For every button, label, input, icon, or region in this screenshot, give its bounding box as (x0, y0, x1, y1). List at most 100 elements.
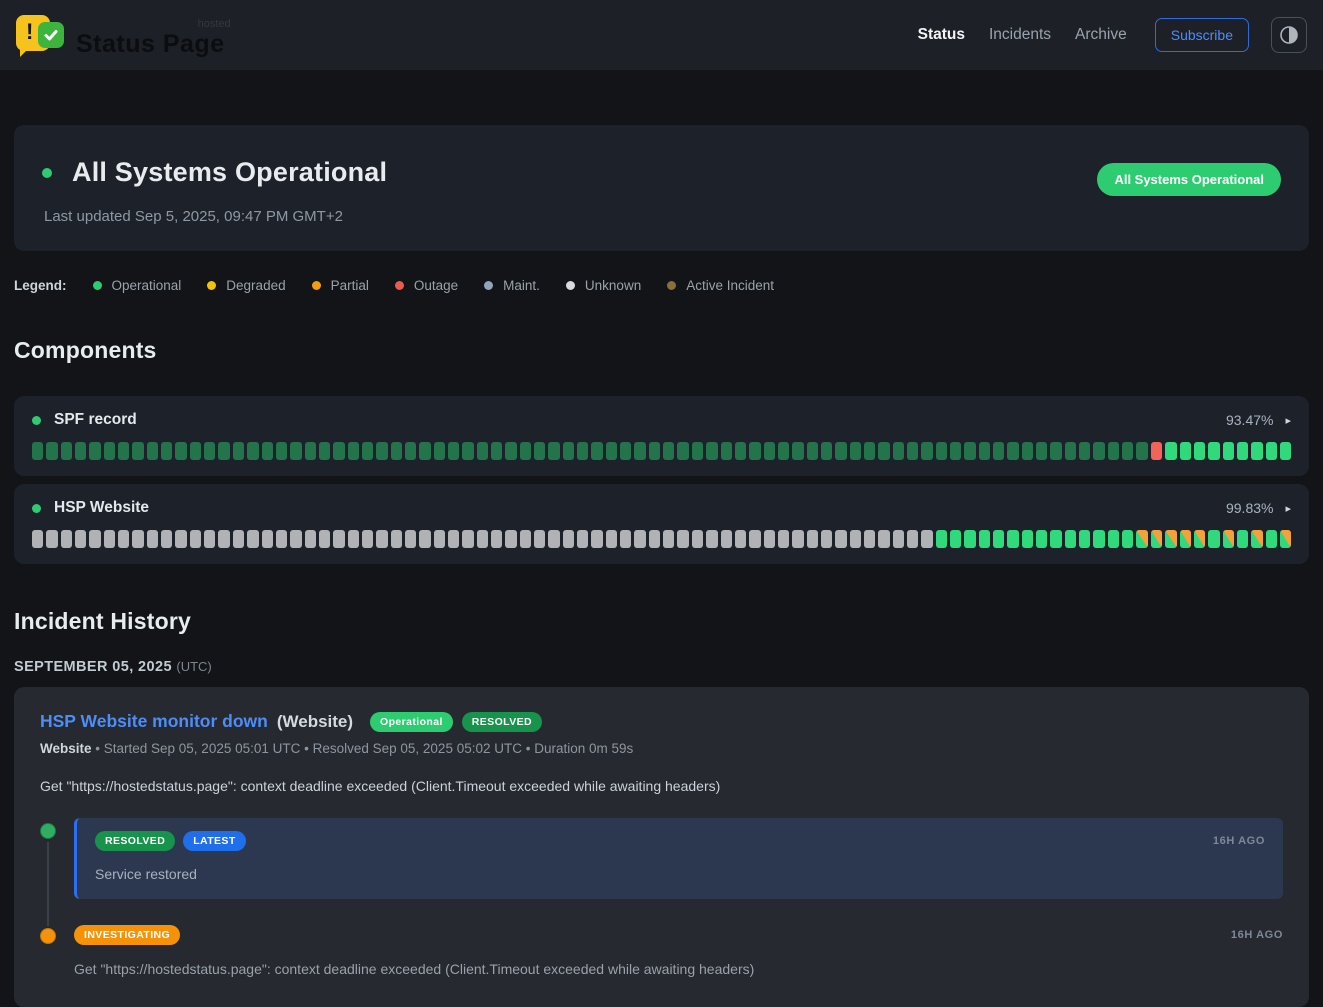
uptime-bar-op-dim[interactable] (1136, 442, 1147, 460)
uptime-bar-op-dim[interactable] (290, 442, 301, 460)
uptime-bar-nodata[interactable] (161, 530, 172, 548)
expand-arrow-icon[interactable]: ▸ (1285, 502, 1291, 515)
uptime-bar-op-dim[interactable] (893, 442, 904, 460)
uptime-bar-nodata[interactable] (247, 530, 258, 548)
uptime-bar-nodata[interactable] (792, 530, 803, 548)
uptime-bar-op[interactable] (1237, 530, 1248, 548)
uptime-bar-nodata[interactable] (434, 530, 445, 548)
uptime-bar-op-dim[interactable] (462, 442, 473, 460)
uptime-bar-op-dim[interactable] (175, 442, 186, 460)
uptime-bar-nodata[interactable] (663, 530, 674, 548)
uptime-bar-partial[interactable] (1136, 530, 1147, 548)
uptime-bar-op[interactable] (1022, 530, 1033, 548)
uptime-bar-op-dim[interactable] (606, 442, 617, 460)
uptime-bar-nodata[interactable] (706, 530, 717, 548)
uptime-bar-nodata[interactable] (649, 530, 660, 548)
uptime-bar-op-dim[interactable] (1007, 442, 1018, 460)
uptime-bar-op-dim[interactable] (276, 442, 287, 460)
uptime-bar-nodata[interactable] (405, 530, 416, 548)
uptime-bar-nodata[interactable] (548, 530, 559, 548)
uptime-bar-op[interactable] (1007, 530, 1018, 548)
uptime-bar-op[interactable] (979, 530, 990, 548)
incident-title-link[interactable]: HSP Website monitor down (40, 711, 268, 732)
uptime-bar-op-dim[interactable] (233, 442, 244, 460)
uptime-bar-op-dim[interactable] (1079, 442, 1090, 460)
uptime-bar-op-dim[interactable] (405, 442, 416, 460)
uptime-bar-op-dim[interactable] (878, 442, 889, 460)
uptime-bar-op-dim[interactable] (75, 442, 86, 460)
uptime-bar-op-dim[interactable] (1036, 442, 1047, 460)
uptime-bar-nodata[interactable] (61, 530, 72, 548)
uptime-bar-nodata[interactable] (577, 530, 588, 548)
uptime-bar-nodata[interactable] (850, 530, 861, 548)
uptime-bar-partial[interactable] (1251, 530, 1262, 548)
uptime-bar-partial[interactable] (1165, 530, 1176, 548)
uptime-bar-op[interactable] (936, 530, 947, 548)
uptime-bar-op-dim[interactable] (792, 442, 803, 460)
uptime-bar-op[interactable] (1266, 530, 1277, 548)
uptime-bar-op-dim[interactable] (161, 442, 172, 460)
uptime-bar-nodata[interactable] (89, 530, 100, 548)
uptime-bar-op-dim[interactable] (964, 442, 975, 460)
uptime-bar-nodata[interactable] (376, 530, 387, 548)
uptime-bar-op-dim[interactable] (89, 442, 100, 460)
uptime-bar-op[interactable] (1280, 442, 1291, 460)
uptime-bar-op-dim[interactable] (319, 442, 330, 460)
uptime-bar-op-dim[interactable] (577, 442, 588, 460)
uptime-bar-op[interactable] (1251, 442, 1262, 460)
uptime-bar-nodata[interactable] (878, 530, 889, 548)
uptime-bar-op-dim[interactable] (32, 442, 43, 460)
uptime-bar-op-dim[interactable] (46, 442, 57, 460)
uptime-bar-op-dim[interactable] (132, 442, 143, 460)
uptime-bar-op-dim[interactable] (247, 442, 258, 460)
uptime-bar-nodata[interactable] (677, 530, 688, 548)
nav-item-incidents[interactable]: Incidents (989, 26, 1051, 44)
uptime-bar-op-dim[interactable] (520, 442, 531, 460)
uptime-bar-op-dim[interactable] (376, 442, 387, 460)
nav-item-status[interactable]: Status (918, 26, 965, 44)
uptime-bar-op[interactable] (1122, 530, 1133, 548)
uptime-bar-op-dim[interactable] (1065, 442, 1076, 460)
uptime-bar-nodata[interactable] (32, 530, 43, 548)
uptime-bar-op-dim[interactable] (305, 442, 316, 460)
uptime-bar-nodata[interactable] (477, 530, 488, 548)
uptime-bar-op[interactable] (1180, 442, 1191, 460)
uptime-bar-nodata[interactable] (591, 530, 602, 548)
uptime-bar-nodata[interactable] (132, 530, 143, 548)
expand-arrow-icon[interactable]: ▸ (1285, 414, 1291, 427)
uptime-bar-op-dim[interactable] (835, 442, 846, 460)
uptime-bar-op[interactable] (964, 530, 975, 548)
uptime-bar-op[interactable] (1050, 530, 1061, 548)
uptime-bar-nodata[interactable] (104, 530, 115, 548)
uptime-bar-op[interactable] (1065, 530, 1076, 548)
uptime-bar-op-dim[interactable] (1093, 442, 1104, 460)
uptime-bar-op-dim[interactable] (821, 442, 832, 460)
component-card-spf-record[interactable]: SPF record93.47%▸ (14, 396, 1309, 476)
uptime-bar-op-dim[interactable] (735, 442, 746, 460)
uptime-bar-nodata[interactable] (362, 530, 373, 548)
uptime-bar-nodata[interactable] (634, 530, 645, 548)
uptime-bar-nodata[interactable] (305, 530, 316, 548)
uptime-bar-nodata[interactable] (218, 530, 229, 548)
uptime-bar-op[interactable] (1079, 530, 1090, 548)
uptime-bar-nodata[interactable] (204, 530, 215, 548)
uptime-bar-op-dim[interactable] (190, 442, 201, 460)
component-header[interactable]: HSP Website99.83%▸ (32, 499, 1291, 517)
uptime-bar-op-dim[interactable] (505, 442, 516, 460)
uptime-bar-nodata[interactable] (319, 530, 330, 548)
uptime-bar-nodata[interactable] (721, 530, 732, 548)
uptime-bar-nodata[interactable] (491, 530, 502, 548)
uptime-bar-nodata[interactable] (75, 530, 86, 548)
uptime-bar-nodata[interactable] (262, 530, 273, 548)
uptime-bar-op-dim[interactable] (548, 442, 559, 460)
uptime-bar-op-dim[interactable] (936, 442, 947, 460)
uptime-bar-nodata[interactable] (764, 530, 775, 548)
uptime-bar-nodata[interactable] (864, 530, 875, 548)
component-card-hsp-website[interactable]: HSP Website99.83%▸ (14, 484, 1309, 564)
uptime-bar-op-dim[interactable] (721, 442, 732, 460)
uptime-bar-op-dim[interactable] (534, 442, 545, 460)
uptime-bar-op-dim[interactable] (204, 442, 215, 460)
uptime-bar-nodata[interactable] (276, 530, 287, 548)
uptime-bar-op[interactable] (1208, 530, 1219, 548)
uptime-bar-op-dim[interactable] (921, 442, 932, 460)
